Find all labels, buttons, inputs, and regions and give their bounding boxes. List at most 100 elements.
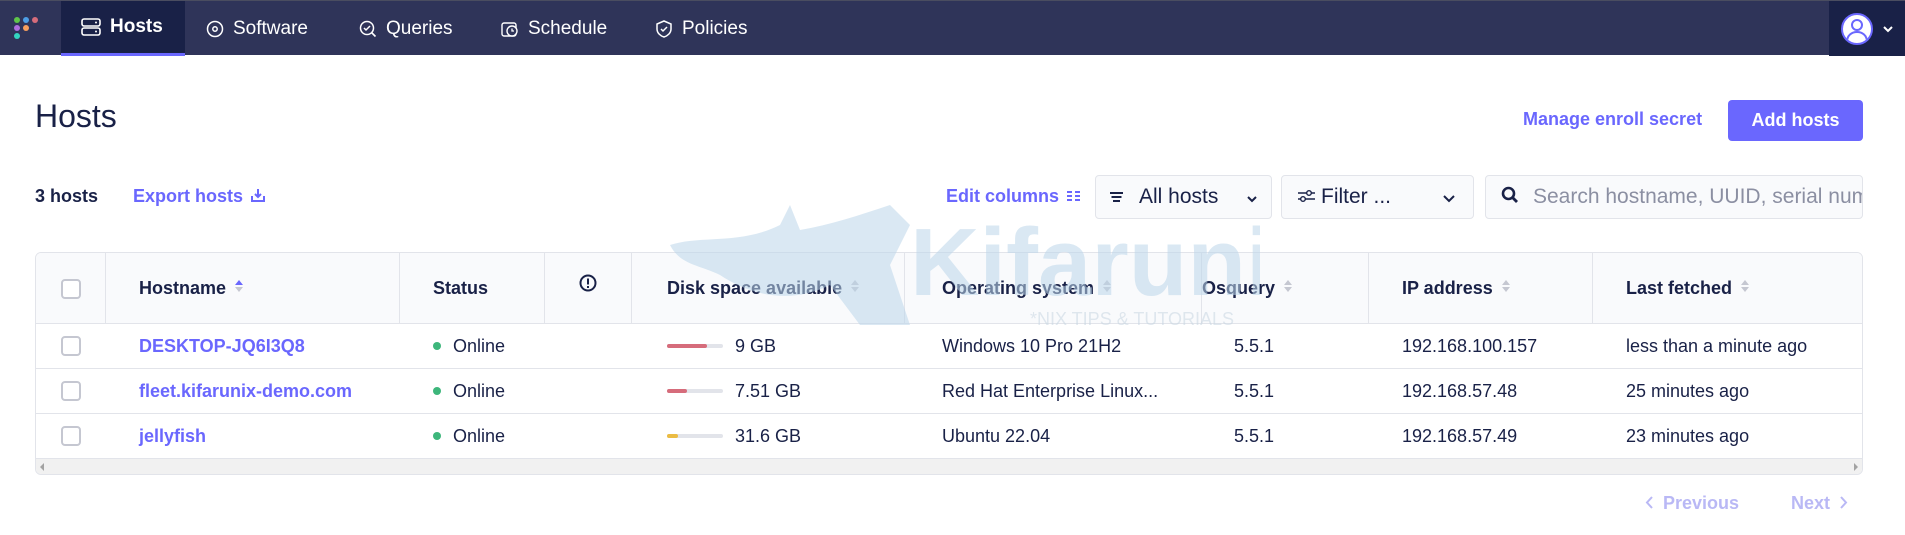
disk-space-bar xyxy=(667,389,723,393)
os-text: Red Hat Enterprise Linux... xyxy=(942,380,1159,401)
last-fetched-text: 25 minutes ago xyxy=(1626,380,1750,401)
last-fetched-cell: 23 minutes ago xyxy=(1626,414,1749,458)
hostname-cell: jellyfish xyxy=(139,414,206,458)
osquery-version: 5.5.1 xyxy=(1234,335,1275,356)
export-hosts-button[interactable]: Export hosts xyxy=(133,186,266,207)
table-header: Hostname Status Disk space available Ope… xyxy=(36,253,1862,324)
last-fetched-cell: less than a minute ago xyxy=(1626,324,1807,368)
scroll-right-icon[interactable] xyxy=(1854,463,1858,471)
column-label: IP address xyxy=(1402,278,1493,298)
last-fetched-cell: 25 minutes ago xyxy=(1626,369,1749,413)
online-status-dot-icon xyxy=(433,387,441,395)
queries-icon xyxy=(359,20,377,38)
top-navigation: Hosts Software Queries Schedule Policies xyxy=(0,0,1905,56)
fleet-logo-icon[interactable] xyxy=(14,17,38,39)
nav-item-hosts[interactable]: Hosts xyxy=(61,1,185,56)
filter-dropdown[interactable]: Filter ... xyxy=(1281,175,1474,219)
row-select-cell xyxy=(36,324,106,368)
search-field[interactable] xyxy=(1485,175,1863,219)
nav-label: Software xyxy=(233,17,308,39)
hostname-link[interactable]: DESKTOP-JQ6I3Q8 xyxy=(139,336,305,357)
disk-space-cell: 9 GB xyxy=(667,324,776,368)
table-row[interactable]: fleet.kifarunix-demo.com Online 7.51 GB Red… xyxy=(36,369,1862,414)
disk-space-bar-fill xyxy=(667,434,679,438)
row-checkbox[interactable] xyxy=(61,426,81,446)
ip-address: 192.168.100.157 xyxy=(1402,335,1538,356)
row-checkbox[interactable] xyxy=(61,381,81,401)
scroll-left-icon[interactable] xyxy=(40,463,44,471)
nav-item-software[interactable]: Software xyxy=(206,1,308,56)
status-cell: Online xyxy=(433,414,505,458)
page-title: Hosts xyxy=(35,98,117,134)
column-header-osquery[interactable]: Osquery xyxy=(1202,253,1369,324)
disk-space-text: 7.51 GB xyxy=(735,380,802,401)
column-header-ip-address[interactable]: IP address xyxy=(1369,253,1593,324)
table-row[interactable]: DESKTOP-JQ6I3Q8 Online 9 GB Windows 10 Pro … xyxy=(36,324,1862,369)
status-filter-icon xyxy=(1110,185,1123,209)
sort-icon xyxy=(1102,278,1112,299)
sort-icon xyxy=(1740,278,1750,299)
manage-enroll-secret-button[interactable]: Manage enroll secret xyxy=(1523,109,1702,130)
nav-item-queries[interactable]: Queries xyxy=(359,1,453,56)
issues-alert-icon xyxy=(579,274,597,297)
nav-label: Hosts xyxy=(110,16,163,37)
chevron-down-icon xyxy=(1443,185,1455,209)
edit-columns-button[interactable]: Edit columns xyxy=(946,186,1081,207)
ip-address: 192.168.57.48 xyxy=(1402,380,1518,401)
os-cell: Red Hat Enterprise Linux... xyxy=(942,369,1158,413)
chevron-left-icon xyxy=(1645,493,1653,514)
status-dropdown-value: All hosts xyxy=(1139,185,1219,208)
column-header-hostname[interactable]: Hostname xyxy=(106,253,400,324)
hostname-link[interactable]: jellyfish xyxy=(139,426,206,447)
schedule-icon xyxy=(501,20,519,38)
horizontal-scrollbar[interactable] xyxy=(36,459,1862,474)
header-select-cell xyxy=(36,253,106,324)
sort-icon xyxy=(1283,278,1293,299)
column-label: Operating system xyxy=(942,278,1095,298)
status-text: Online xyxy=(453,335,506,356)
osquery-cell: 5.5.1 xyxy=(1234,414,1274,458)
previous-label: Previous xyxy=(1663,493,1740,513)
user-menu[interactable] xyxy=(1829,1,1905,56)
nav-label: Schedule xyxy=(528,17,608,39)
row-select-cell xyxy=(36,414,106,458)
column-label: Disk space available xyxy=(667,278,843,298)
ip-cell: 192.168.57.49 xyxy=(1402,414,1517,458)
column-header-last-fetched[interactable]: Last fetched xyxy=(1593,253,1862,324)
hostname-cell: fleet.kifarunix-demo.com xyxy=(139,369,352,413)
column-header-operating-system[interactable]: Operating system xyxy=(905,253,1202,324)
disk-space-text: 9 GB xyxy=(735,335,777,356)
chevron-down-icon xyxy=(1883,20,1893,38)
status-dropdown[interactable]: All hosts xyxy=(1095,175,1272,219)
disk-space-bar xyxy=(667,344,723,348)
nav-label: Policies xyxy=(682,17,748,39)
add-hosts-button[interactable]: Add hosts xyxy=(1728,100,1863,141)
sort-icon xyxy=(1501,278,1511,299)
sort-ascending-icon xyxy=(234,278,244,299)
row-checkbox[interactable] xyxy=(61,336,81,356)
row-select-cell xyxy=(36,369,106,413)
hostname-link[interactable]: fleet.kifarunix-demo.com xyxy=(139,381,352,402)
sliders-icon xyxy=(1298,185,1315,209)
osquery-cell: 5.5.1 xyxy=(1234,369,1274,413)
search-input[interactable] xyxy=(1533,185,1862,209)
ip-address: 192.168.57.49 xyxy=(1402,425,1518,446)
chevron-right-icon xyxy=(1840,493,1848,514)
download-icon xyxy=(251,186,266,207)
column-label: Status xyxy=(433,278,489,298)
select-all-checkbox[interactable] xyxy=(60,278,81,299)
next-label: Next xyxy=(1791,493,1831,513)
previous-page-button[interactable]: Previous xyxy=(1645,493,1739,514)
status-text: Online xyxy=(453,380,506,401)
nav-label: Queries xyxy=(386,17,453,39)
status-cell: Online xyxy=(433,324,505,368)
table-row[interactable]: jellyfish Online 31.6 GB Ubuntu 22.04 5.5.1 1… xyxy=(36,414,1862,459)
nav-item-policies[interactable]: Policies xyxy=(655,1,747,56)
next-page-button[interactable]: Next xyxy=(1791,493,1848,514)
disk-space-bar-fill xyxy=(667,344,708,348)
nav-item-schedule[interactable]: Schedule xyxy=(501,1,607,56)
column-header-status: Status xyxy=(400,253,545,324)
column-header-disk-space[interactable]: Disk space available xyxy=(632,253,905,324)
disk-space-text: 31.6 GB xyxy=(735,425,802,446)
ip-cell: 192.168.57.48 xyxy=(1402,369,1517,413)
